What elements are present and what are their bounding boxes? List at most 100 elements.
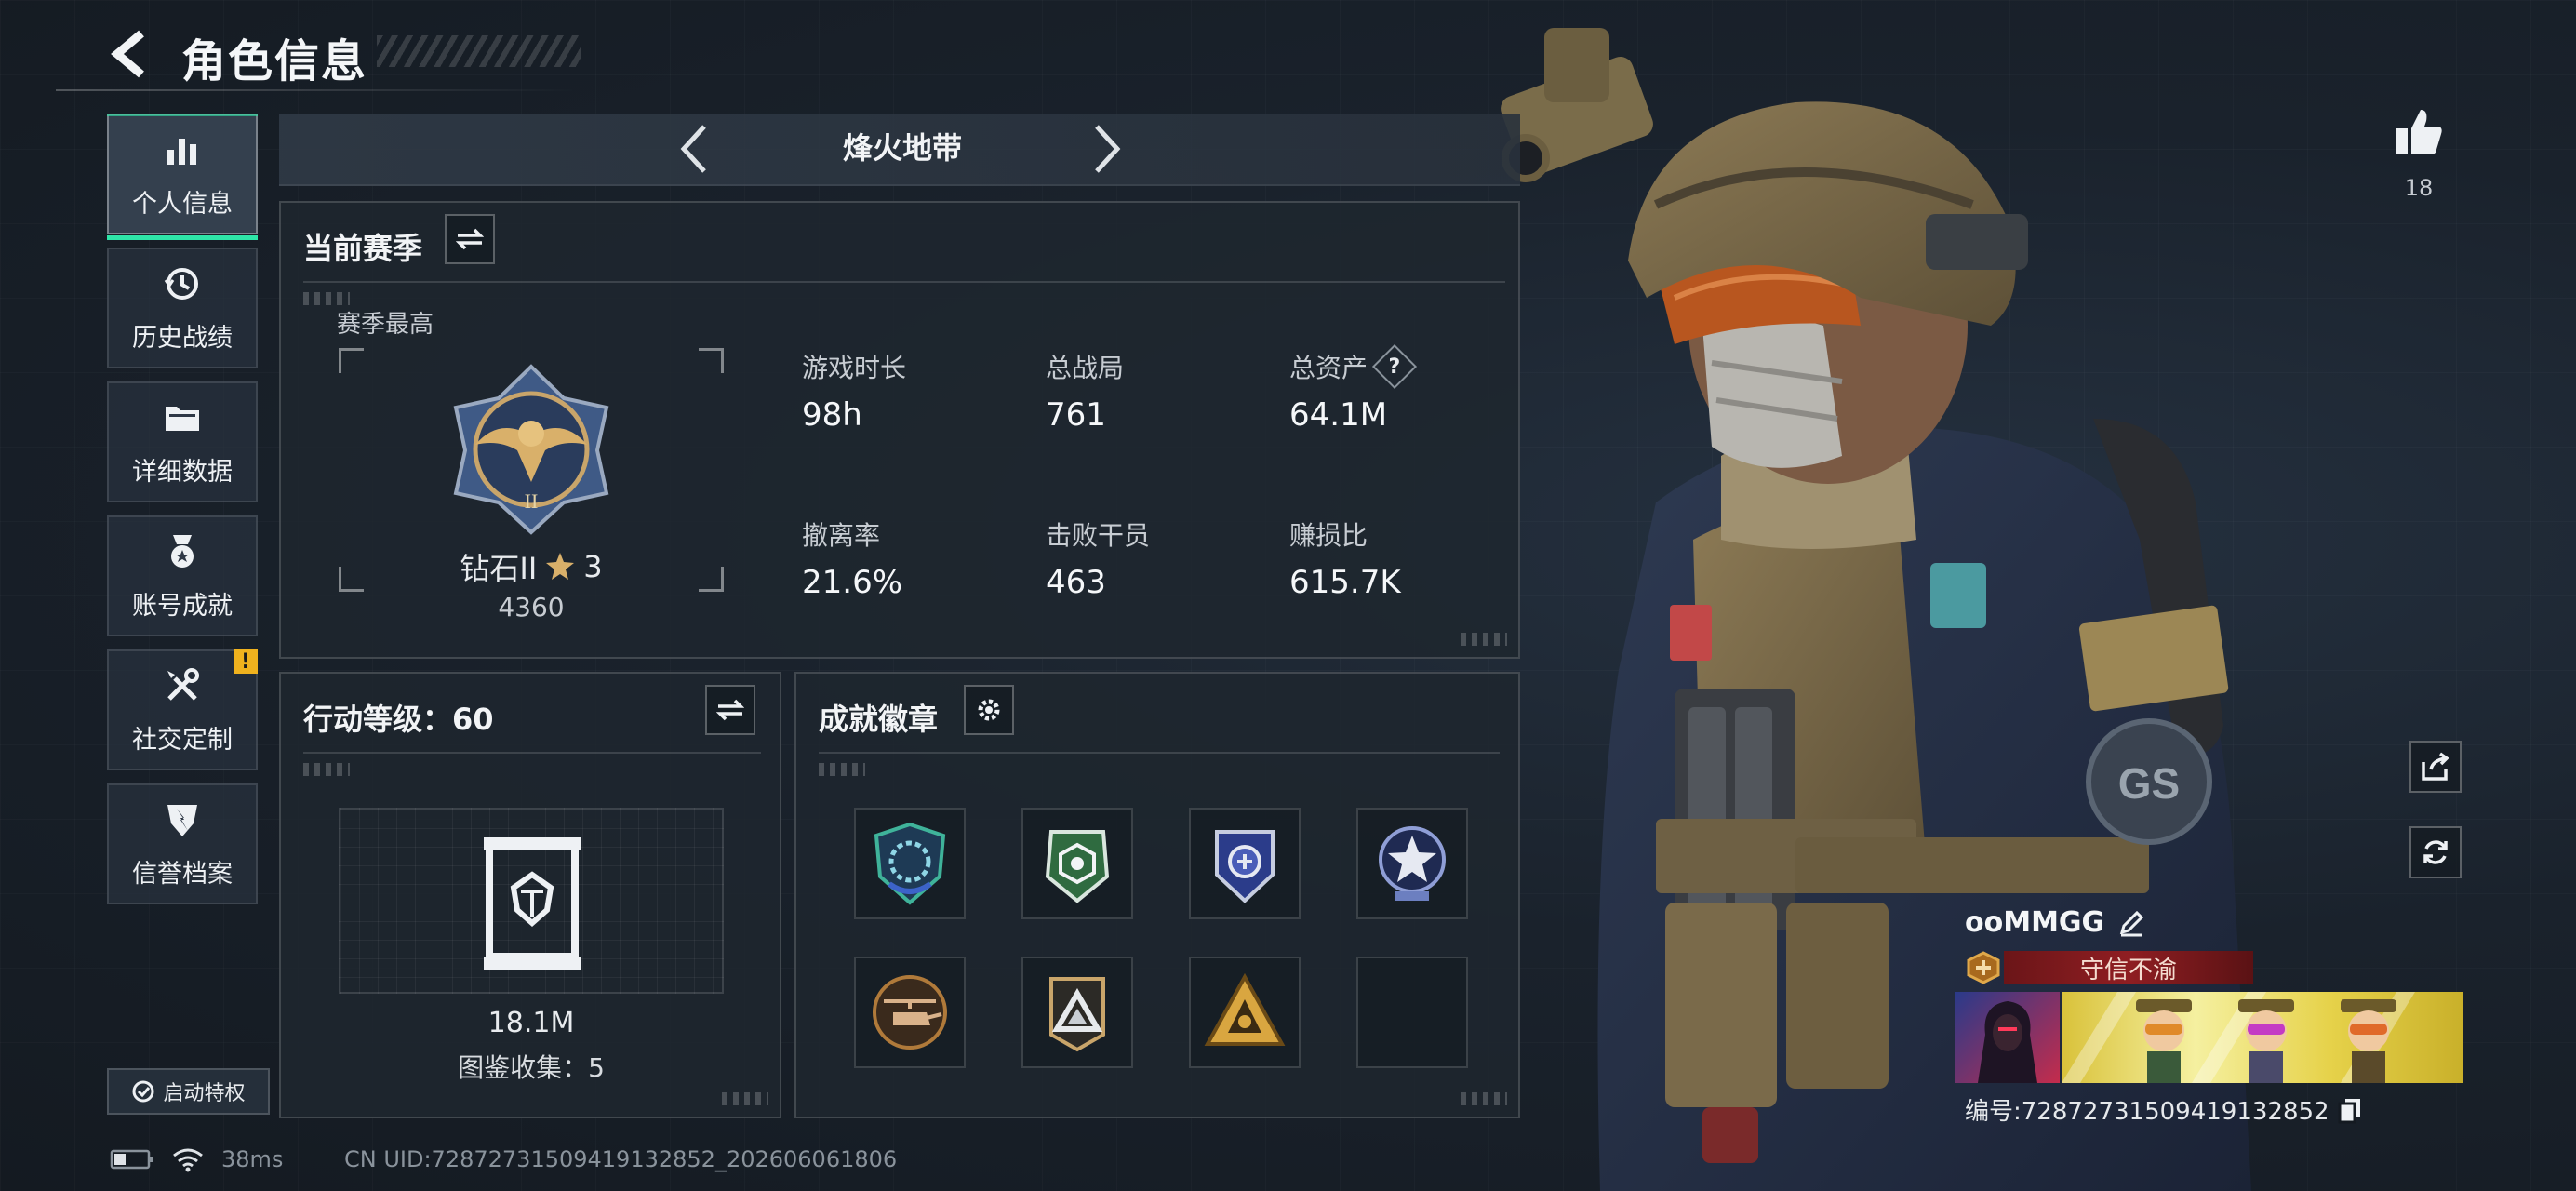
player-avatar[interactable] <box>1955 992 2060 1083</box>
privilege-button[interactable]: 启动特权 <box>107 1068 270 1115</box>
stat-play-time: 游戏时长 98h <box>802 348 906 434</box>
share-icon <box>2422 752 2449 781</box>
decoration <box>819 763 865 776</box>
back-arrow-icon <box>111 30 144 78</box>
badge-slot[interactable] <box>1356 808 1468 919</box>
refresh-button[interactable] <box>2409 826 2462 878</box>
mode-title: 烽火地带 <box>842 130 962 166</box>
sidebar-item-label: 社交定制 <box>132 725 233 755</box>
uid-text: CN UID:7287273150941913285​2_20260606180… <box>344 1146 898 1172</box>
svg-text:II: II <box>525 489 539 513</box>
edit-pencil-icon[interactable] <box>2117 909 2145 937</box>
status-bar: 38ms <box>110 1146 283 1172</box>
badge-slot[interactable] <box>1189 957 1301 1068</box>
ping-value: 38ms <box>221 1146 284 1172</box>
rank-stars: 3 <box>583 549 603 584</box>
like-button[interactable] <box>2391 104 2447 160</box>
avatar-figure-icon <box>1978 1001 2037 1083</box>
star-badge-icon <box>1379 826 1446 901</box>
badge-settings-button[interactable] <box>964 685 1014 735</box>
folder-icon <box>162 397 203 442</box>
rank-line: 钻石II 3 <box>339 545 724 588</box>
stat-value: 761 <box>1046 396 1106 434</box>
title-decoration <box>377 35 581 67</box>
bar-chart-icon <box>162 129 203 174</box>
achievement-badges-panel: 成就徽章 <box>794 672 1520 1118</box>
green-hex-badge-icon <box>1045 830 1110 903</box>
alert-badge: ! <box>234 649 258 674</box>
sidebar-item-achievements[interactable]: 账号成就 <box>107 515 258 636</box>
stat-operators-defeated: 击败干员 463 <box>1046 515 1150 601</box>
sidebar-item-label: 详细数据 <box>132 457 233 487</box>
mode-next-button[interactable] <box>1079 112 1135 186</box>
help-icon[interactable]: ? <box>1371 343 1418 390</box>
sidebar-item-label: 历史战绩 <box>132 323 233 353</box>
copy-icon[interactable] <box>2337 1096 2363 1124</box>
diamond-rank-emblem-icon: II <box>453 364 609 535</box>
stat-extraction-rate: 撤离率 21.6% <box>802 515 902 601</box>
collection-value: 18.1M <box>487 1007 575 1039</box>
star-icon <box>546 553 575 580</box>
privilege-label: 启动特权 <box>163 1082 246 1105</box>
sidebar-item-social[interactable]: 社交定制 ! <box>107 649 258 770</box>
action-level-panel: 行动等级：60 18.1M 图鉴收集：5 <box>279 672 781 1118</box>
stat-label: 击败干员 <box>1046 520 1151 551</box>
player-id-row: 编号:7287273150941913285​2 <box>1965 1092 2363 1127</box>
season-switch-button[interactable] <box>445 214 495 264</box>
back-button[interactable] <box>102 26 158 82</box>
decoration <box>303 763 350 776</box>
blue-shield-badge-icon <box>1215 830 1275 903</box>
sidebar-item-credit[interactable]: 信誉档案 <box>107 783 258 904</box>
share-button[interactable] <box>2409 741 2462 793</box>
like-count: 18 <box>2404 175 2434 201</box>
thumbs-up-icon <box>2396 110 2442 154</box>
stat-label: 总资产 <box>1289 353 1368 383</box>
stat-value: 64.1M <box>1289 396 1388 434</box>
sidebar-item-personal-info[interactable]: 个人信息 <box>107 114 258 240</box>
credit-shield-icon <box>162 799 203 844</box>
season-panel-title: 当前赛季 <box>303 231 423 266</box>
stat-total-matches: 总战局 761 <box>1046 348 1124 434</box>
stat-label: 总战局 <box>1046 353 1125 383</box>
chevron-left-icon <box>680 125 706 173</box>
achievement-medal-icon <box>162 531 203 576</box>
stat-value: 21.6% <box>802 564 903 601</box>
rank-points: 4360 <box>498 592 565 622</box>
gear-icon <box>978 699 1000 721</box>
wifi-icon <box>173 1148 203 1172</box>
player-name-card[interactable] <box>2062 992 2463 1083</box>
mode-prev-button[interactable] <box>666 112 722 186</box>
sidebar-item-history[interactable]: 历史战绩 <box>107 248 258 368</box>
badge-slot[interactable] <box>1189 808 1301 919</box>
badge-slot[interactable] <box>854 808 966 919</box>
badge-slot-empty[interactable] <box>1356 957 1468 1068</box>
season-best-label: 赛季最高 <box>337 311 434 339</box>
gold-triangle-badge-icon <box>1204 972 1286 1046</box>
badge-slot[interactable] <box>854 957 966 1068</box>
swap-icon <box>456 228 484 250</box>
divider <box>303 752 761 754</box>
badge-slot[interactable] <box>1021 957 1133 1068</box>
action-level-switch-button[interactable] <box>705 685 755 735</box>
help-mark: ? <box>1388 355 1401 379</box>
stat-label: 游戏时长 <box>802 353 907 383</box>
page-title: 角色信息 <box>181 35 368 87</box>
player-id: 编号:7287273150941913285​2 <box>1965 1098 2329 1126</box>
name-card-characters <box>2062 992 2415 1083</box>
badge-slot[interactable] <box>1021 808 1133 919</box>
stat-value: 98h <box>802 396 862 434</box>
svg-text:GS: GS <box>2118 759 2180 808</box>
stat-label: 撤离率 <box>802 520 881 551</box>
stat-value: 463 <box>1046 564 1106 601</box>
sidebar-item-label: 个人信息 <box>132 189 233 219</box>
collection-count: 图鉴收集：5 <box>458 1052 605 1083</box>
collection-showcase[interactable] <box>339 808 724 994</box>
season-panel: 当前赛季 赛季最高 II 钻石II 3 4360 游戏时长 98h 总战局 76… <box>279 201 1520 659</box>
refresh-icon <box>2423 840 2448 864</box>
sidebar-item-detailed-data[interactable]: 详细数据 <box>107 381 258 502</box>
stat-value: 615.7K <box>1289 564 1401 601</box>
title-badge-icon <box>1965 949 2002 986</box>
decoration <box>1461 1092 1507 1105</box>
tools-icon <box>162 665 203 710</box>
divider <box>303 281 1505 283</box>
